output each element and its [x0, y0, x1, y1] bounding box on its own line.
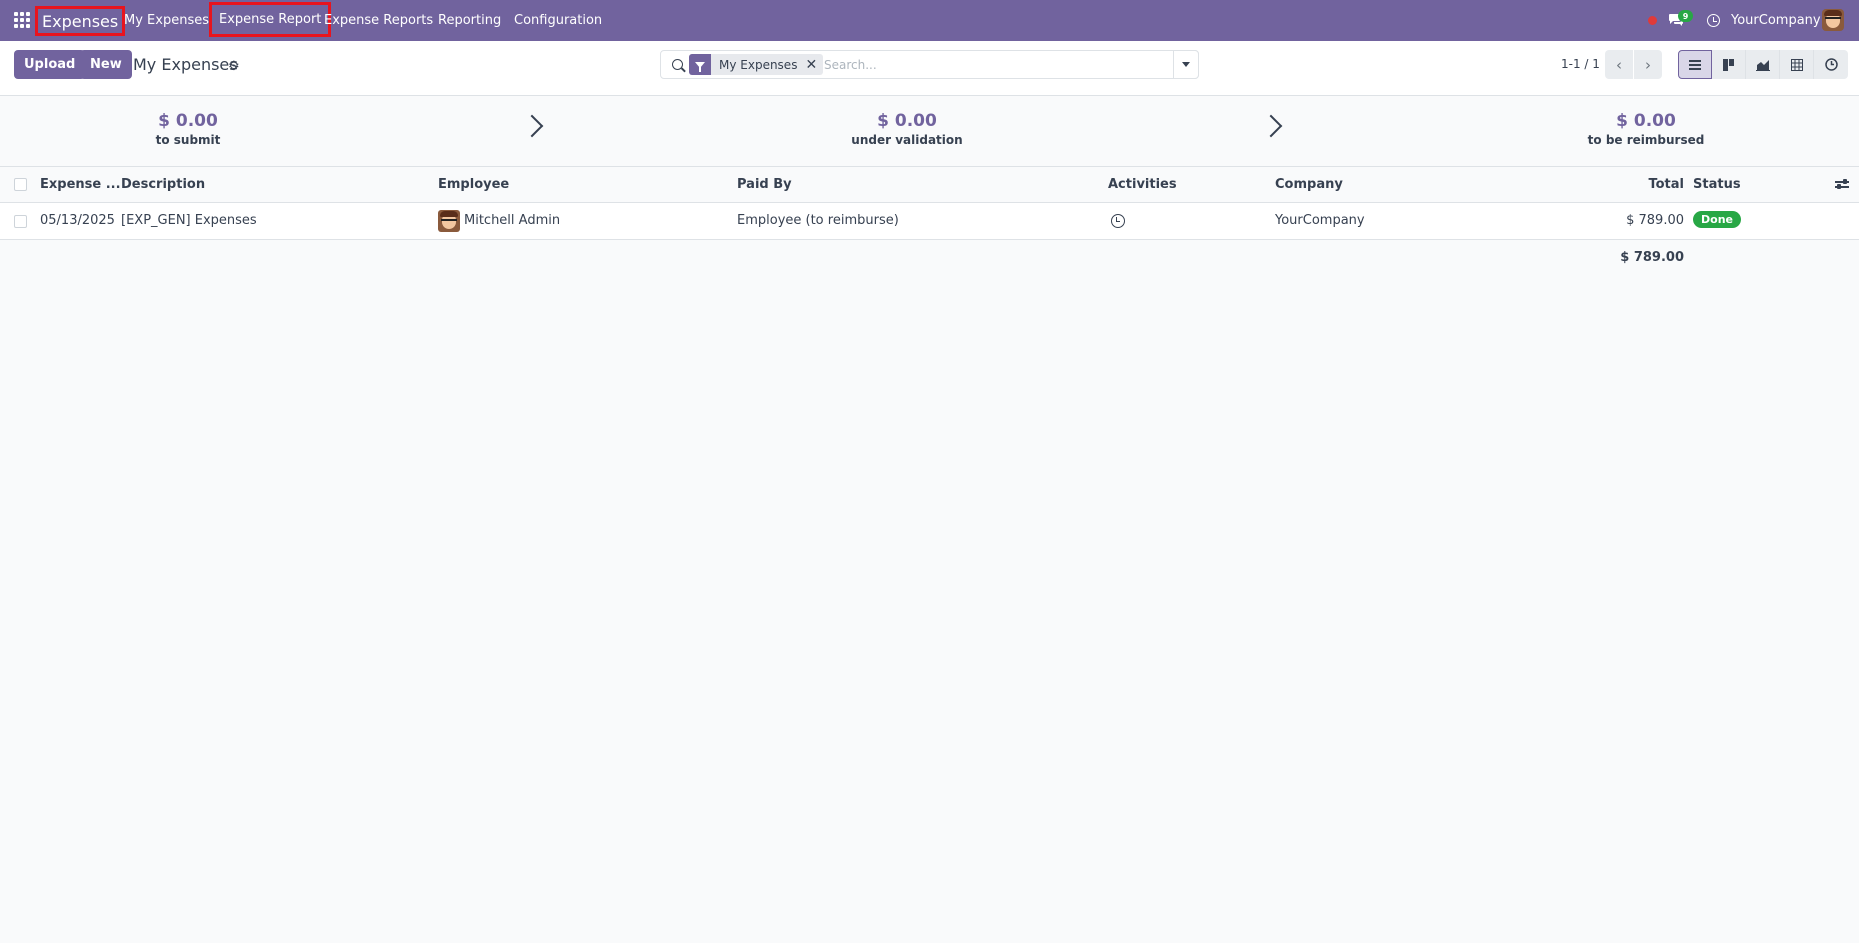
activity-view-icon[interactable]	[1814, 50, 1848, 79]
cell-date: 05/13/2025	[40, 213, 115, 228]
search-facet: My Expenses ✕	[689, 54, 824, 75]
top-navbar: Expenses My Expenses Expense Report Expe…	[0, 0, 1859, 41]
column-header-company[interactable]: Company	[1275, 177, 1343, 192]
cell-company: YourCompany	[1275, 213, 1365, 228]
menu-expense-report[interactable]: Expense Report	[209, 2, 332, 37]
facet-label: My Expenses	[719, 57, 798, 72]
user-avatar[interactable]	[1822, 9, 1844, 31]
summary-label: to submit	[155, 133, 221, 147]
chevron-down-icon	[1182, 62, 1190, 67]
column-settings-icon[interactable]	[1835, 178, 1849, 190]
facet-close-icon[interactable]: ✕	[805, 57, 823, 73]
search-bar: My Expenses ✕	[660, 50, 1199, 79]
column-header-activities[interactable]: Activities	[1108, 177, 1177, 192]
gear-icon[interactable]: ⚙	[228, 59, 240, 74]
row-checkbox[interactable]	[14, 215, 27, 228]
search-icon[interactable]	[672, 59, 683, 70]
chevron-right-icon	[1259, 114, 1283, 138]
chat-badge: 9	[1678, 10, 1693, 22]
summary-to-be-reimbursed[interactable]: $ 0.00 to be reimbursed	[1521, 111, 1771, 147]
expenses-table: Expense ... Description Employee Paid By…	[0, 167, 1859, 273]
table-row[interactable]: 05/13/2025 [EXP_GEN] Expenses Mitchell A…	[0, 203, 1859, 240]
summary-amount: $ 0.00	[1616, 111, 1676, 131]
pivot-view-icon[interactable]	[1780, 50, 1814, 79]
select-all-checkbox[interactable]	[14, 178, 27, 191]
menu-expense-reports[interactable]: Expense Reports	[324, 0, 433, 41]
app-brand-expenses[interactable]: Expenses	[35, 6, 126, 36]
activity-icon[interactable]	[1111, 214, 1125, 228]
view-switcher	[1678, 50, 1848, 79]
chevron-right-icon	[520, 114, 544, 138]
expense-summary: $ 0.00 to submit $ 0.00 under validation…	[0, 96, 1859, 167]
cell-description: [EXP_GEN] Expenses	[121, 213, 257, 228]
summary-amount: $ 0.00	[877, 111, 937, 131]
pager-previous-button[interactable]: ‹	[1605, 50, 1633, 79]
status-dot[interactable]	[1648, 16, 1657, 25]
pager-value[interactable]: 1-1 / 1	[1561, 57, 1600, 71]
column-header-total[interactable]: Total	[1648, 177, 1684, 192]
table-footer: $ 789.00	[0, 240, 1859, 273]
employee-avatar	[438, 210, 460, 232]
breadcrumb: My Expenses	[133, 55, 238, 74]
cell-employee[interactable]: Mitchell Admin	[464, 213, 560, 228]
control-panel: Upload New My Expenses ⚙ My Expenses ✕ 1…	[0, 41, 1859, 96]
upload-button[interactable]: Upload	[14, 50, 86, 79]
table-header: Expense ... Description Employee Paid By…	[0, 167, 1859, 203]
summary-amount: $ 0.00	[158, 111, 218, 131]
filter-icon	[689, 54, 711, 75]
cell-total: $ 789.00	[1626, 213, 1684, 228]
column-header-description[interactable]: Description	[121, 177, 205, 192]
column-header-status[interactable]: Status	[1693, 177, 1741, 192]
clock-icon[interactable]	[1707, 14, 1720, 27]
status-badge: Done	[1693, 211, 1741, 228]
summary-label: to be reimbursed	[1587, 133, 1705, 147]
search-input[interactable]	[824, 55, 1164, 75]
company-switcher[interactable]: YourCompany	[1731, 0, 1821, 41]
kanban-view-icon[interactable]	[1712, 50, 1746, 79]
summary-label: under validation	[851, 133, 963, 147]
summary-under-validation[interactable]: $ 0.00 under validation	[782, 111, 1032, 147]
cell-paid-by: Employee (to reimburse)	[737, 213, 899, 228]
grand-total: $ 789.00	[1620, 250, 1684, 265]
list-view-icon[interactable]	[1678, 50, 1712, 79]
column-header-paid-by[interactable]: Paid By	[737, 177, 792, 192]
graph-view-icon[interactable]	[1746, 50, 1780, 79]
pager-next-button[interactable]: ›	[1634, 50, 1662, 79]
summary-to-submit[interactable]: $ 0.00 to submit	[63, 111, 313, 147]
apps-menu-icon[interactable]	[14, 12, 30, 28]
menu-reporting[interactable]: Reporting	[438, 0, 501, 41]
menu-configuration[interactable]: Configuration	[514, 0, 602, 41]
menu-my-expenses[interactable]: My Expenses	[124, 0, 209, 41]
search-options-toggle[interactable]	[1173, 50, 1199, 79]
new-button[interactable]: New	[80, 50, 132, 79]
column-header-date[interactable]: Expense ...	[40, 177, 121, 192]
column-header-employee[interactable]: Employee	[438, 177, 509, 192]
